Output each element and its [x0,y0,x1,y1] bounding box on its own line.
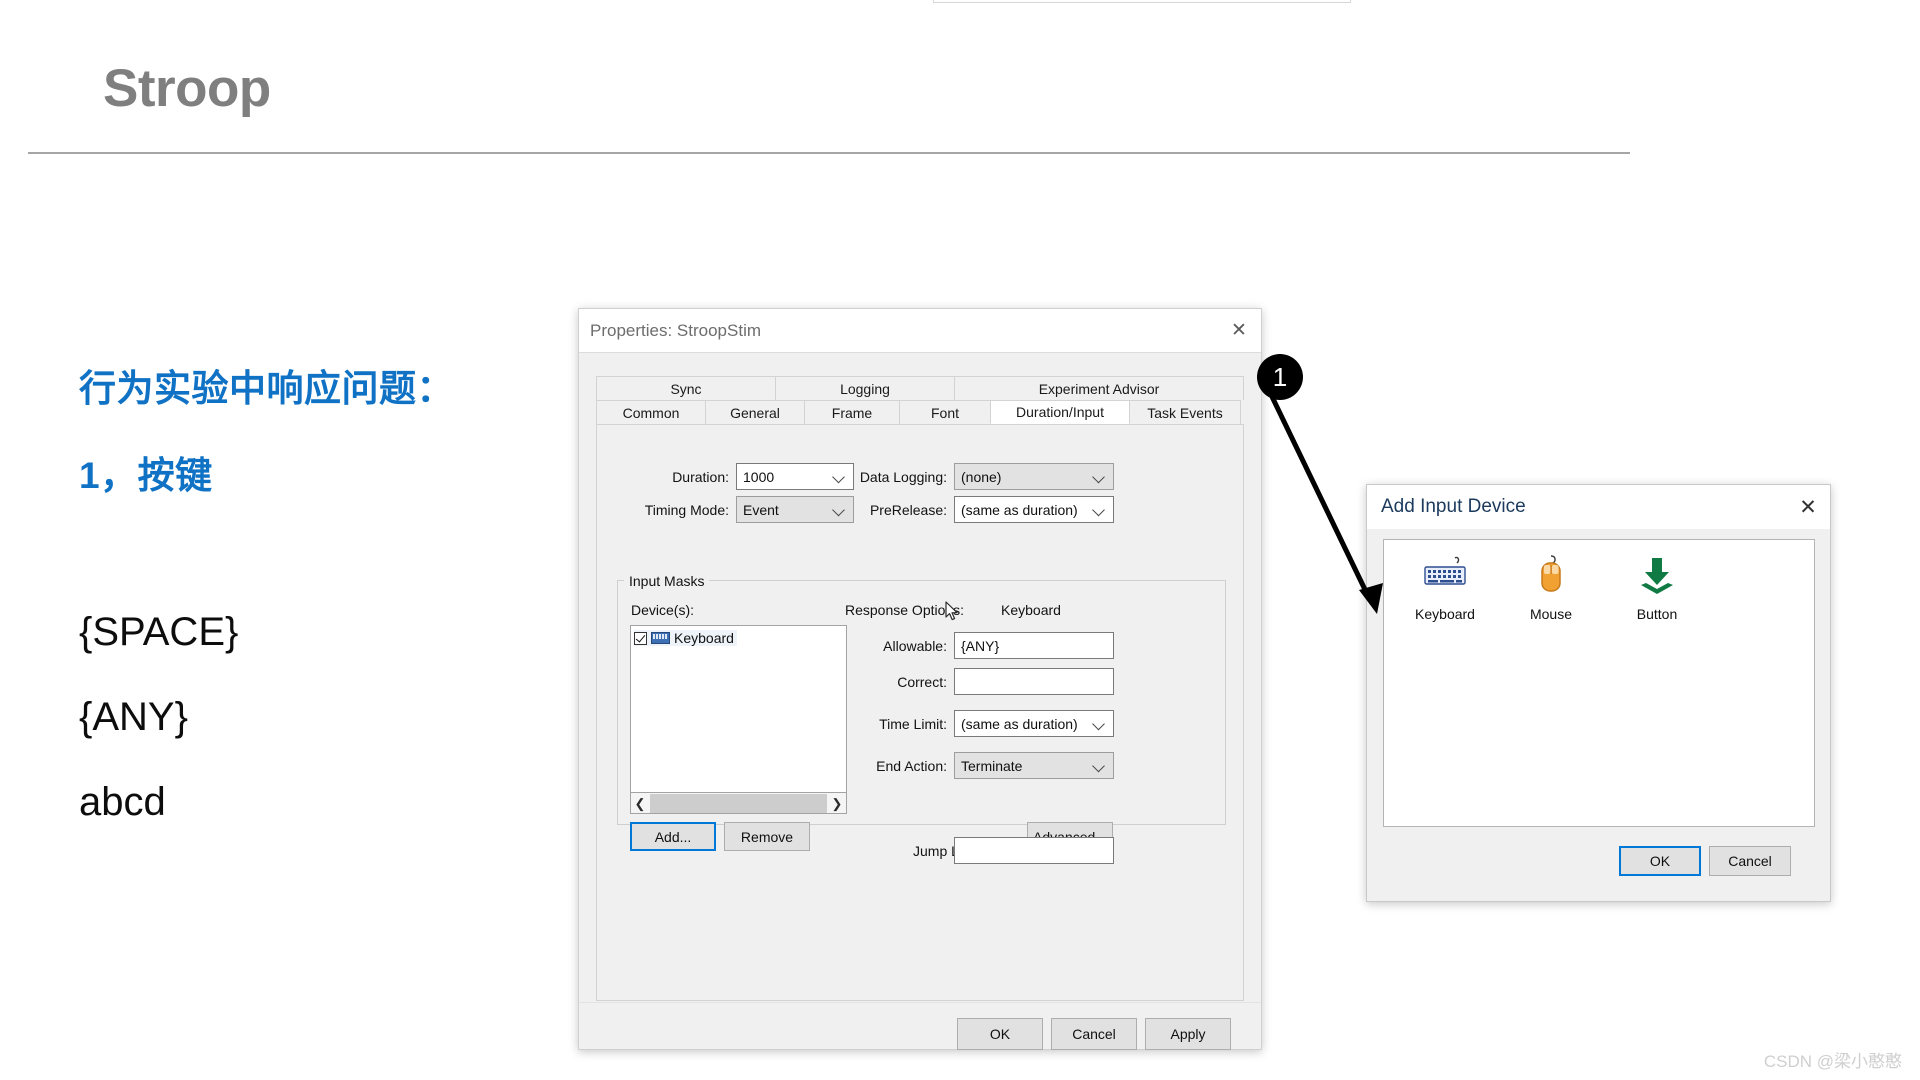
allowable-input[interactable]: {ANY} [954,632,1114,659]
tab-strip: Sync Logging Experiment Advisor Common G… [596,376,1244,424]
device-list[interactable]: Keyboard [630,625,847,793]
duration-label: Duration: [637,469,729,485]
tab-frame[interactable]: Frame [804,400,900,424]
data-logging-select[interactable]: (none) [954,463,1114,490]
close-icon[interactable]: ✕ [1786,485,1830,529]
device-label: Keyboard [674,630,734,646]
keyboard-icon [1417,554,1473,598]
correct-input[interactable] [954,668,1114,695]
end-action-select[interactable]: Terminate [954,752,1114,779]
title-divider [28,152,1630,154]
add-button[interactable]: Add... [630,822,716,851]
device-tile-keyboard[interactable]: Keyboard [1404,554,1486,826]
prerelease-select[interactable]: (same as duration) [954,496,1114,523]
titlebar-divider [579,352,1261,353]
cancel-button[interactable]: Cancel [1709,846,1791,876]
tab-sync[interactable]: Sync [596,376,776,400]
device-tile-button[interactable]: Button [1616,554,1698,826]
tab-common[interactable]: Common [596,400,706,424]
timing-mode-select[interactable]: Event [736,496,854,523]
add-input-titlebar: Add Input Device ✕ [1367,485,1830,529]
data-logging-label: Data Logging: [837,469,947,485]
device-checkbox[interactable] [634,632,647,645]
watermark: CSDN @梁小憨憨 [1764,1047,1902,1072]
annotation-callout-1: 1 [1257,354,1303,400]
correct-label: Correct: [877,674,947,690]
time-limit-select[interactable]: (same as duration) [954,710,1114,737]
tab-experiment-advisor[interactable]: Experiment Advisor [954,376,1244,400]
properties-dialog: Properties: StroopStim ✕ Sync Logging Ex… [578,308,1262,1050]
allowable-label: Allowable: [859,638,947,654]
duration-input-panel: Duration: 1000 Data Logging: (none) Timi… [596,424,1244,1001]
properties-title: Properties: StroopStim [579,321,761,341]
scroll-right-icon[interactable]: ❯ [828,797,846,810]
add-input-device-title: Add Input Device [1367,496,1526,518]
jump-label-input[interactable] [954,837,1114,864]
scrollbar-thumb[interactable] [650,794,827,813]
close-icon[interactable]: ✕ [1217,309,1261,352]
mouse-cursor-icon [945,601,959,621]
tab-logging[interactable]: Logging [775,376,955,400]
response-device-name: Keyboard [1001,602,1061,618]
apply-button[interactable]: Apply [1145,1018,1231,1050]
tab-row-top: Sync Logging Experiment Advisor [596,376,1244,400]
ok-button[interactable]: OK [957,1018,1043,1050]
device-picker-list[interactable]: Keyboard Mouse Button [1383,539,1815,827]
tab-task-events[interactable]: Task Events [1129,400,1241,424]
button-down-arrow-icon [1629,554,1685,598]
device-list-horizontal-scrollbar[interactable]: ❮ ❯ [630,793,847,814]
properties-titlebar: Properties: StroopStim ✕ [579,309,1261,352]
timing-mode-label: Timing Mode: [617,502,729,518]
key-sample-any: {ANY} [79,695,188,740]
remove-button[interactable]: Remove [724,822,810,851]
cancel-button[interactable]: Cancel [1051,1018,1137,1050]
devices-label: Device(s): [631,602,694,618]
footer-divider [579,1002,1261,1003]
ok-button[interactable]: OK [1619,846,1701,876]
device-tile-label: Button [1637,606,1677,622]
device-tile-label: Mouse [1530,606,1572,622]
device-tile-mouse[interactable]: Mouse [1510,554,1592,826]
lead-text-line-1: 行为实验中响应问题： [79,358,454,412]
tab-general[interactable]: General [705,400,805,424]
page-title: Stroop [103,62,271,115]
time-limit-label: Time Limit: [855,716,947,732]
add-input-device-dialog: Add Input Device ✕ [1366,484,1831,902]
slide-top-fragment [933,0,1351,3]
input-masks-legend: Input Masks [624,573,709,589]
key-sample-space: {SPACE} [79,610,238,655]
mouse-icon [1523,554,1579,598]
tab-row-bottom: Common General Frame Font Duration/Input… [596,400,1244,424]
tab-font[interactable]: Font [899,400,991,424]
keyboard-icon [651,632,670,644]
lead-text-line-2: 1，按键 [79,445,213,499]
prerelease-label: PreRelease: [850,502,947,518]
scroll-left-icon[interactable]: ❮ [631,797,649,810]
end-action-label: End Action: [852,758,947,774]
key-sample-abcd: abcd [79,780,166,825]
tab-duration-input[interactable]: Duration/Input [990,400,1130,424]
list-item[interactable]: Keyboard [634,630,737,646]
device-tile-label: Keyboard [1415,606,1475,622]
